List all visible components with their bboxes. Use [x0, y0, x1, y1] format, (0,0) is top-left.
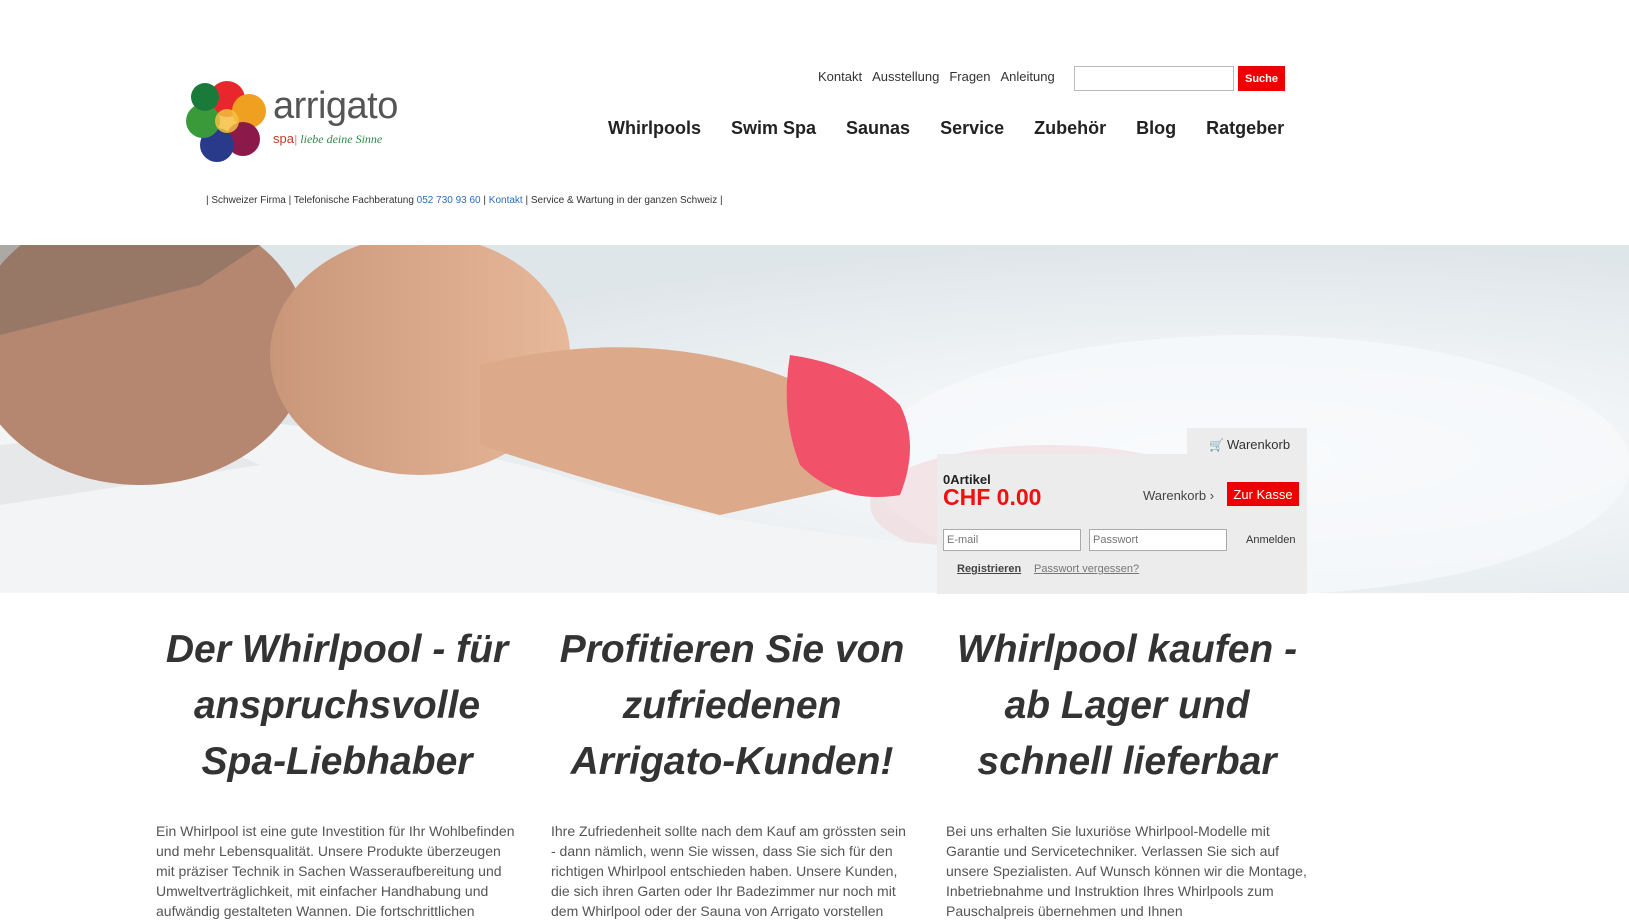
- topnav-anleitung[interactable]: Anleitung: [1001, 69, 1055, 84]
- nav-swim-spa[interactable]: Swim Spa: [731, 118, 816, 139]
- info-sep: |: [480, 195, 489, 206]
- nav-whirlpools[interactable]: Whirlpools: [608, 118, 701, 139]
- logo-tag-spa: spa: [273, 131, 294, 146]
- cart-total: CHF 0.00: [943, 484, 1042, 510]
- column-heading: Whirlpool kaufen - ab Lager und schnell …: [956, 628, 1298, 783]
- nav-saunas[interactable]: Saunas: [846, 118, 910, 139]
- logo-tagline: spa| liebe deine Sinne: [273, 131, 383, 146]
- contact-link[interactable]: Kontakt: [489, 195, 523, 206]
- cart-link-label: Warenkorb: [1143, 488, 1207, 503]
- content-column-3: Whirlpool kaufen - ab Lager und schnell …: [946, 622, 1308, 919]
- flower-logo-icon: [186, 81, 266, 162]
- logo-tag-sub: liebe deine Sinne: [300, 132, 383, 146]
- search-input[interactable]: [1074, 66, 1234, 91]
- password-field[interactable]: [1089, 529, 1227, 551]
- cart-link[interactable]: Warenkorb ›: [1143, 488, 1214, 503]
- hero-banner: [0, 245, 1629, 593]
- cart-icon: 🛒: [1209, 438, 1224, 452]
- cart-tab-label: Warenkorb: [1226, 437, 1291, 452]
- cart-tab[interactable]: 🛒 Warenkorb: [1187, 428, 1307, 456]
- content-column-1: Der Whirlpool - für anspruchsvolle Spa-L…: [156, 622, 518, 919]
- phone-link[interactable]: 052 730 93 60: [417, 195, 481, 206]
- login-button[interactable]: Anmelden: [1246, 534, 1296, 546]
- content-column-2: Profitieren Sie von zufriedenen Arrigato…: [551, 622, 913, 919]
- cart-panel: 0Artikel CHF 0.00 Warenkorb › Zur Kasse …: [937, 454, 1307, 594]
- register-link[interactable]: Registrieren: [957, 563, 1021, 575]
- column-heading: Profitieren Sie von zufriedenen Arrigato…: [559, 628, 905, 783]
- nav-ratgeber[interactable]: Ratgeber: [1206, 118, 1284, 139]
- main-nav: Whirlpools Swim Spa Saunas Service Zubeh…: [608, 118, 1284, 139]
- top-utility-nav: Kontakt Ausstellung Fragen Anleitung: [818, 69, 1055, 84]
- info-text-2: | Service & Wartung in der ganzen Schwei…: [522, 195, 723, 206]
- info-bar: | Schweizer Firma | Telefonische Fachber…: [206, 195, 723, 206]
- nav-blog[interactable]: Blog: [1136, 118, 1176, 139]
- hero-illustration: [0, 245, 1629, 593]
- column-text: Bei uns erhalten Sie luxuriöse Whirlpool…: [946, 823, 1307, 919]
- topnav-fragen[interactable]: Fragen: [949, 69, 990, 84]
- search-button[interactable]: Suche: [1238, 66, 1285, 91]
- topnav-ausstellung[interactable]: Ausstellung: [872, 69, 939, 84]
- checkout-button[interactable]: Zur Kasse: [1227, 482, 1299, 506]
- site-logo[interactable]: arrigato spa| liebe deine Sinne: [183, 75, 423, 165]
- email-field[interactable]: [943, 529, 1081, 551]
- column-text: Ein Whirlpool ist eine gute Investition …: [156, 823, 515, 919]
- column-heading: Der Whirlpool - für anspruchsvolle Spa-L…: [165, 628, 509, 783]
- forgot-password-link[interactable]: Passwort vergessen?: [1034, 563, 1139, 575]
- column-text: Ihre Zufriedenheit sollte nach dem Kauf …: [551, 823, 906, 919]
- logo-wordmark: arrigato: [273, 85, 398, 127]
- nav-zubehoer[interactable]: Zubehör: [1034, 118, 1106, 139]
- info-text-1: | Schweizer Firma | Telefonische Fachber…: [206, 195, 417, 206]
- topnav-kontakt[interactable]: Kontakt: [818, 69, 862, 84]
- chevron-right-icon: ›: [1209, 488, 1215, 503]
- nav-service[interactable]: Service: [940, 118, 1004, 139]
